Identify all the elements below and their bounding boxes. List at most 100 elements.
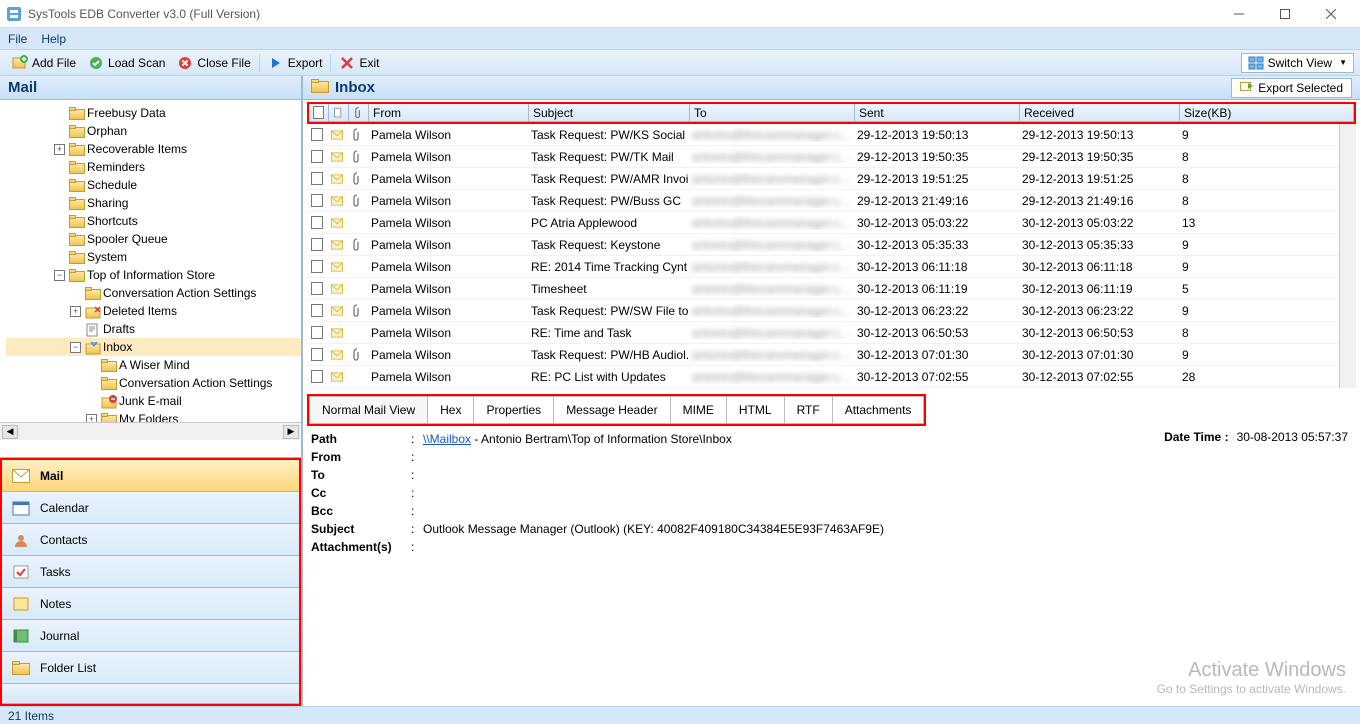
row-checkbox[interactable]	[307, 370, 327, 383]
tree-item[interactable]: Sharing	[6, 194, 301, 212]
row-checkbox[interactable]	[307, 326, 327, 339]
message-row[interactable]: Pamela WilsonPC Atria Applewoodantonio@t…	[307, 212, 1339, 234]
cell-size: 9	[1178, 348, 1339, 362]
column-checkbox[interactable]	[309, 104, 329, 121]
menu-file[interactable]: File	[8, 32, 27, 46]
close-file-button[interactable]: Close File	[171, 53, 256, 73]
nav-tasks[interactable]: Tasks	[2, 556, 299, 588]
folder-tree[interactable]: Freebusy Data Orphan +Recoverable ItemsRem…	[0, 100, 301, 422]
tree-item-label: Orphan	[87, 124, 127, 138]
column-to[interactable]: To	[690, 104, 855, 121]
inbox-folder-icon	[311, 79, 329, 96]
message-row[interactable]: Pamela WilsonTask Request: PW/TK Mailant…	[307, 146, 1339, 168]
tab-hex[interactable]: Hex	[428, 396, 474, 424]
folder-icon	[69, 197, 85, 210]
tree-item[interactable]: A Wiser Mind	[6, 356, 301, 374]
maximize-button[interactable]	[1262, 0, 1308, 28]
message-row[interactable]: Pamela WilsonTask Request: PW/SW File to…	[307, 300, 1339, 322]
row-checkbox[interactable]	[307, 238, 327, 251]
message-row[interactable]: Pamela WilsonTimesheetantonio@thecareman…	[307, 278, 1339, 300]
tree-item[interactable]: System	[6, 248, 301, 266]
message-row[interactable]: Pamela WilsonTask Request: PW/AMR Invoi.…	[307, 168, 1339, 190]
tree-item[interactable]: +Deleted Items	[6, 302, 301, 320]
cell-sent: 30-12-2013 07:02:55	[853, 370, 1018, 384]
tab-mime[interactable]: MIME	[671, 396, 727, 424]
nav-contacts[interactable]: Contacts	[2, 524, 299, 556]
tree-item[interactable]: +My Folders	[6, 410, 301, 422]
scroll-right-icon[interactable]: ▶	[283, 425, 299, 439]
nav-calendar[interactable]: Calendar	[2, 492, 299, 524]
column-flag-icon[interactable]	[329, 104, 349, 121]
nav-notes[interactable]: Notes	[2, 588, 299, 620]
column-size[interactable]: Size(KB)	[1180, 104, 1354, 121]
tree-item[interactable]: Conversation Action Settings	[6, 374, 301, 392]
tree-item[interactable]: Schedule	[6, 176, 301, 194]
tab-properties[interactable]: Properties	[474, 396, 554, 424]
column-attachment-icon[interactable]	[349, 104, 369, 121]
tree-item[interactable]: Shortcuts	[6, 212, 301, 230]
row-checkbox[interactable]	[307, 128, 327, 141]
message-row[interactable]: Pamela WilsonRE: 2014 Time Tracking Cynt…	[307, 256, 1339, 278]
column-received[interactable]: Received	[1020, 104, 1180, 121]
export-button[interactable]: Export	[262, 53, 329, 73]
tree-item[interactable]: Freebusy Data	[6, 104, 301, 122]
tree-item[interactable]: Spooler Queue	[6, 230, 301, 248]
tab-normal-mail-view[interactable]: Normal Mail View	[309, 396, 428, 424]
tree-item[interactable]: Conversation Action Settings	[6, 284, 301, 302]
message-grid[interactable]: Pamela WilsonTask Request: PW/KS Social …	[307, 124, 1339, 388]
tab-rtf[interactable]: RTF	[785, 396, 833, 424]
minimize-button[interactable]	[1216, 0, 1262, 28]
cell-sent: 30-12-2013 07:01:30	[853, 348, 1018, 362]
message-row[interactable]: Pamela WilsonTask Request: PW/KS Social …	[307, 124, 1339, 146]
envelope-icon	[327, 371, 347, 383]
grid-vscrollbar[interactable]	[1339, 124, 1356, 388]
menu-help[interactable]: Help	[41, 32, 66, 46]
cell-sent: 30-12-2013 06:23:22	[853, 304, 1018, 318]
row-checkbox[interactable]	[307, 304, 327, 317]
row-checkbox[interactable]	[307, 260, 327, 273]
column-from[interactable]: From	[369, 104, 529, 121]
row-checkbox[interactable]	[307, 150, 327, 163]
expand-icon[interactable]: +	[54, 144, 65, 155]
add-file-button[interactable]: Add File	[6, 53, 82, 73]
tree-item[interactable]: Junk E-mail	[6, 392, 301, 410]
expand-icon[interactable]: +	[70, 306, 81, 317]
message-row[interactable]: Pamela WilsonTask Request: Keystoneanton…	[307, 234, 1339, 256]
row-checkbox[interactable]	[307, 216, 327, 229]
tree-item[interactable]: Reminders	[6, 158, 301, 176]
message-row[interactable]: Pamela WilsonRE: PC List with Updatesant…	[307, 366, 1339, 388]
close-button[interactable]	[1308, 0, 1354, 28]
expand-icon[interactable]: −	[70, 342, 81, 353]
cell-received: 30-12-2013 07:02:55	[1018, 370, 1178, 384]
tree-item[interactable]: Drafts	[6, 320, 301, 338]
message-row[interactable]: Pamela WilsonTask Request: PW/Buss GCant…	[307, 190, 1339, 212]
scroll-left-icon[interactable]: ◀	[2, 425, 18, 439]
expand-icon[interactable]: +	[86, 414, 97, 423]
tab-html[interactable]: HTML	[727, 396, 785, 424]
tab-attachments[interactable]: Attachments	[833, 396, 925, 424]
nav-mail[interactable]: Mail	[2, 460, 299, 492]
export-selected-button[interactable]: Export Selected	[1231, 78, 1352, 98]
exit-button[interactable]: Exit	[333, 53, 385, 73]
nav-folderlist[interactable]: Folder List	[2, 652, 299, 684]
cell-received: 30-12-2013 06:23:22	[1018, 304, 1178, 318]
column-subject[interactable]: Subject	[529, 104, 690, 121]
tree-item[interactable]: −Top of Information Store	[6, 266, 301, 284]
row-checkbox[interactable]	[307, 172, 327, 185]
tree-item[interactable]: −Inbox	[6, 338, 301, 356]
row-checkbox[interactable]	[307, 282, 327, 295]
column-sent[interactable]: Sent	[855, 104, 1020, 121]
tree-hscrollbar[interactable]: ◀ ▶	[0, 422, 301, 440]
switch-view-button[interactable]: Switch View ▼	[1241, 53, 1354, 73]
row-checkbox[interactable]	[307, 348, 327, 361]
row-checkbox[interactable]	[307, 194, 327, 207]
tree-item[interactable]: Orphan	[6, 122, 301, 140]
load-scan-button[interactable]: Load Scan	[82, 53, 171, 73]
tree-item[interactable]: +Recoverable Items	[6, 140, 301, 158]
message-row[interactable]: Pamela WilsonTask Request: PW/HB Audiol.…	[307, 344, 1339, 366]
tab-message-header[interactable]: Message Header	[554, 396, 670, 424]
message-row[interactable]: Pamela WilsonRE: Time and Taskantonio@th…	[307, 322, 1339, 344]
expand-icon[interactable]: −	[54, 270, 65, 281]
path-link[interactable]: \\Mailbox	[423, 432, 471, 446]
nav-journal[interactable]: Journal	[2, 620, 299, 652]
